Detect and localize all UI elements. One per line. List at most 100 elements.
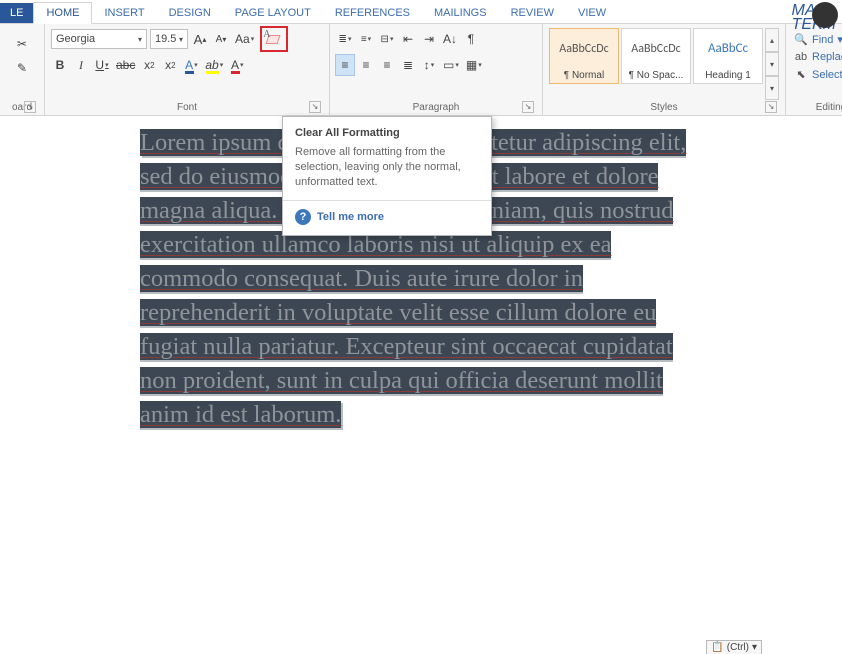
style-tile-no-spacing[interactable]: AaBbCcDc ¶ No Spac...: [621, 28, 691, 84]
eraser-icon: A: [265, 32, 283, 46]
text-effects-button[interactable]: A▾: [182, 55, 200, 75]
tab-review[interactable]: REVIEW: [499, 3, 566, 23]
tooltip-link-text: Tell me more: [317, 211, 384, 223]
underline-button[interactable]: U▾: [93, 55, 111, 75]
replace-icon: ab: [794, 51, 808, 63]
bullets-button[interactable]: ≣▾: [336, 29, 354, 49]
find-button[interactable]: 🔍 Find▾: [792, 32, 842, 47]
tab-file[interactable]: LE: [0, 3, 33, 23]
search-icon: 🔍: [794, 33, 808, 46]
justify-button[interactable]: ≣: [399, 55, 417, 75]
highlight-button[interactable]: ab▾: [203, 55, 225, 75]
paste-badge-label: (Ctrl): [727, 642, 749, 653]
paragraph-label-text: Paragraph: [413, 102, 460, 113]
grow-font-button[interactable]: A▴: [191, 29, 209, 49]
decrease-indent-button[interactable]: ⇤: [399, 29, 417, 49]
font-size-combo[interactable]: 19.5 ▾: [150, 29, 188, 49]
tell-me-more-link[interactable]: ? Tell me more: [295, 209, 479, 225]
shading-button[interactable]: ▭▾: [441, 55, 461, 75]
tooltip-clear-formatting: Clear All Formatting Remove all formatti…: [282, 116, 492, 236]
tab-view[interactable]: VIEW: [566, 3, 618, 23]
group-clipboard: ✂ ✎ oard ↘: [0, 24, 45, 115]
cut-button[interactable]: ✂: [13, 34, 31, 54]
clipboard-icon: 📋: [711, 642, 723, 653]
bold-button[interactable]: B: [51, 55, 69, 75]
find-label: Find: [812, 34, 833, 46]
group-styles: AaBbCcDc ¶ Normal AaBbCcDc ¶ No Spac... …: [543, 24, 786, 115]
font-dialog-launcher[interactable]: ↘: [309, 101, 321, 113]
borders-button[interactable]: ▦▾: [464, 55, 484, 75]
chevron-down-icon: ▾: [138, 35, 142, 44]
ribbon: MAS TEKM ✂ ✎ oard ↘ Georgia ▾ 19.5 ▾: [0, 24, 842, 116]
tooltip-title: Clear All Formatting: [295, 127, 479, 139]
group-label-clipboard: oard ↘: [6, 100, 38, 115]
ribbon-tabs: LE HOME INSERT DESIGN PAGE LAYOUT REFERE…: [0, 0, 842, 24]
paste-options-badge[interactable]: 📋 (Ctrl) ▾: [706, 640, 762, 654]
group-label-editing: Editing: [792, 100, 842, 115]
select-label: Select: [812, 69, 842, 81]
tab-mailings[interactable]: MAILINGS: [422, 3, 499, 23]
tab-home[interactable]: HOME: [33, 2, 92, 24]
font-color-button[interactable]: A▾: [228, 55, 246, 75]
font-label-text: Font: [177, 102, 197, 113]
numbering-button[interactable]: ≡▾: [357, 29, 375, 49]
multilevel-list-button[interactable]: ⊟▾: [378, 29, 396, 49]
chevron-down-icon[interactable]: ▾: [765, 52, 779, 76]
group-editing: 🔍 Find▾ ab Replace ⬉ Select▾ Editing: [786, 24, 842, 115]
italic-button[interactable]: I: [72, 55, 90, 75]
change-case-button[interactable]: Aa▾: [233, 29, 256, 49]
clear-formatting-button[interactable]: A: [260, 26, 288, 52]
paragraph-dialog-launcher[interactable]: ↘: [522, 101, 534, 113]
cursor-icon: ⬉: [794, 68, 808, 81]
styles-dialog-launcher[interactable]: ↘: [765, 101, 777, 113]
group-paragraph: ≣▾ ≡▾ ⊟▾ ⇤ ⇥ A↓ ¶ ≡ ≡ ≡ ≣ ↕▾ ▭▾ ▦▾ Parag…: [330, 24, 543, 115]
style-preview: AaBbCcDc: [550, 29, 618, 68]
tab-design[interactable]: DESIGN: [157, 3, 223, 23]
tooltip-description: Remove all formatting from the selection…: [295, 145, 479, 190]
superscript-button[interactable]: x2: [161, 55, 179, 75]
font-name-value: Georgia: [56, 33, 95, 45]
align-left-button[interactable]: ≡: [336, 55, 354, 75]
style-tile-heading1[interactable]: AaBbCc Heading 1: [693, 28, 763, 84]
replace-button[interactable]: ab Replace: [792, 50, 842, 64]
chevron-up-icon[interactable]: ▴: [765, 28, 779, 52]
line-spacing-button[interactable]: ↕▾: [420, 55, 438, 75]
group-font: Georgia ▾ 19.5 ▾ A▴ A▾ Aa▾ A B I U▾ abc: [45, 24, 330, 115]
format-painter-button[interactable]: ✎: [13, 58, 31, 78]
increase-indent-button[interactable]: ⇥: [420, 29, 438, 49]
editing-label-text: Editing: [816, 102, 842, 113]
style-preview: AaBbCc: [694, 29, 762, 68]
shrink-font-button[interactable]: A▾: [212, 29, 230, 49]
style-name: ¶ No Spac...: [622, 68, 690, 83]
tab-page-layout[interactable]: PAGE LAYOUT: [223, 3, 323, 23]
show-marks-button[interactable]: ¶: [462, 29, 480, 49]
help-icon: ?: [295, 209, 311, 225]
font-name-combo[interactable]: Georgia ▾: [51, 29, 147, 49]
font-size-value: 19.5: [155, 33, 176, 45]
select-button[interactable]: ⬉ Select▾: [792, 67, 842, 82]
align-right-button[interactable]: ≡: [378, 55, 396, 75]
align-center-button[interactable]: ≡: [357, 55, 375, 75]
style-name: Heading 1: [694, 68, 762, 83]
styles-label-text: Styles: [650, 102, 677, 113]
logo-orb-icon: [812, 2, 838, 28]
subscript-button[interactable]: x2: [140, 55, 158, 75]
tab-insert[interactable]: INSERT: [92, 3, 156, 23]
strikethrough-button[interactable]: abc: [114, 55, 137, 75]
style-name: ¶ Normal: [550, 68, 618, 83]
styles-gallery-scroll[interactable]: ▴ ▾ ▾: [765, 28, 779, 100]
sort-button[interactable]: A↓: [441, 29, 459, 49]
tab-references[interactable]: REFERENCES: [323, 3, 422, 23]
watermark-logo: MAS TEKM: [792, 4, 836, 32]
group-label-paragraph: Paragraph ↘: [336, 100, 536, 115]
clipboard-dialog-launcher[interactable]: ↘: [24, 101, 36, 113]
gallery-expand-icon[interactable]: ▾: [765, 76, 779, 100]
divider: [283, 200, 491, 201]
chevron-down-icon: ▾: [752, 642, 757, 653]
group-label-font: Font ↘: [51, 100, 323, 115]
replace-label: Replace: [812, 51, 842, 63]
style-preview: AaBbCcDc: [622, 29, 690, 68]
group-label-styles: Styles ↘: [549, 100, 779, 115]
style-tile-normal[interactable]: AaBbCcDc ¶ Normal: [549, 28, 619, 84]
chevron-down-icon: ▾: [179, 35, 183, 44]
